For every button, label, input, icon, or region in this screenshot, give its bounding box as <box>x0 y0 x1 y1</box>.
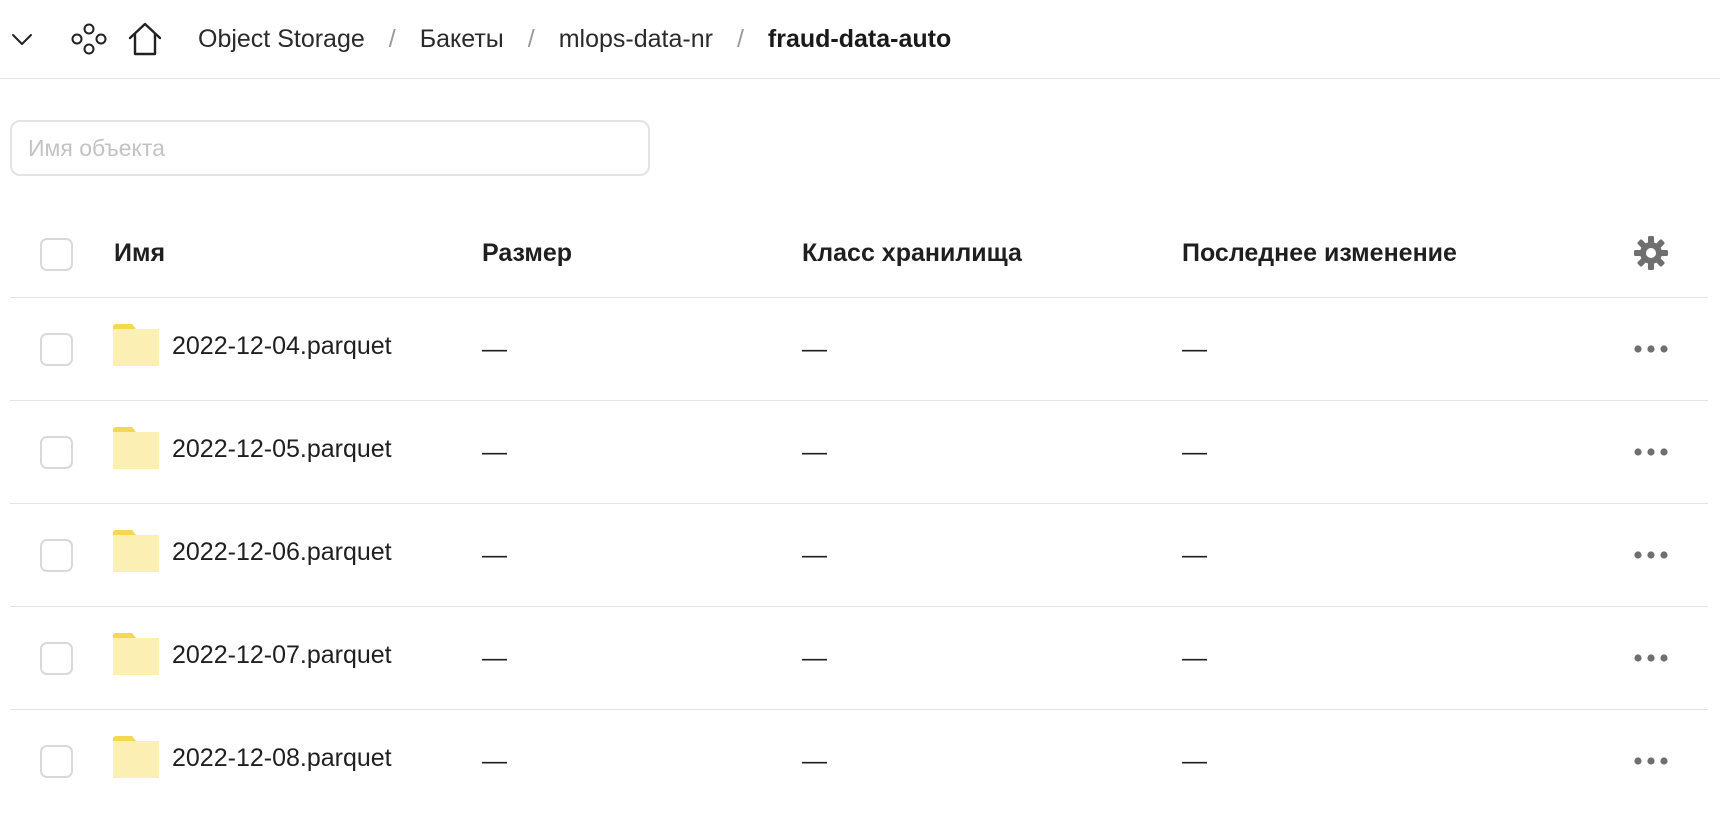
object-storage-class: — <box>802 541 827 569</box>
more-horizontal-icon[interactable] <box>1630 435 1672 469</box>
row-checkbox[interactable] <box>40 436 73 469</box>
objects-table: Имя Размер Класс хранилища Последнее изм… <box>10 208 1708 813</box>
breadcrumb-separator: / <box>736 24 744 53</box>
table-header-row: Имя Размер Класс хранилища Последнее изм… <box>10 208 1708 298</box>
breadcrumb: Object Storage / Бакеты / mlops-data-nr … <box>198 22 951 56</box>
object-storage-class: — <box>802 644 827 672</box>
folder-icon <box>113 633 159 675</box>
folder-icon <box>113 736 159 778</box>
row-checkbox[interactable] <box>40 539 73 572</box>
breadcrumb-current-folder: fraud-data-auto <box>767 24 952 53</box>
object-size: — <box>482 747 507 775</box>
folder-icon <box>113 530 159 572</box>
object-storage-class: — <box>802 438 827 466</box>
object-modified: — <box>1182 541 1207 569</box>
object-name[interactable]: 2022-12-07.parquet <box>172 607 392 704</box>
row-checkbox[interactable] <box>40 745 73 778</box>
row-checkbox[interactable] <box>40 642 73 675</box>
search-field <box>10 120 650 176</box>
more-horizontal-icon[interactable] <box>1630 641 1672 675</box>
object-modified: — <box>1182 335 1207 363</box>
more-horizontal-icon[interactable] <box>1630 538 1672 572</box>
breadcrumb-separator: / <box>527 24 535 53</box>
object-size: — <box>482 335 507 363</box>
folder-icon <box>113 427 159 469</box>
breadcrumb-bucket[interactable]: mlops-data-nr <box>559 25 713 54</box>
services-icon[interactable] <box>70 22 108 56</box>
object-storage-class: — <box>802 335 827 363</box>
object-name[interactable]: 2022-12-04.parquet <box>172 298 392 395</box>
table-row[interactable]: 2022-12-06.parquet — — — <box>10 504 1708 607</box>
folder-icon <box>113 324 159 366</box>
home-icon[interactable] <box>126 20 164 58</box>
object-size: — <box>482 644 507 672</box>
object-modified: — <box>1182 644 1207 672</box>
table-row[interactable]: 2022-12-08.parquet — — — <box>10 710 1708 813</box>
table-row[interactable]: 2022-12-04.parquet — — — <box>10 298 1708 401</box>
object-storage-class: — <box>802 747 827 775</box>
more-horizontal-icon[interactable] <box>1630 332 1672 366</box>
chevron-down-icon[interactable] <box>8 25 36 53</box>
breadcrumb-buckets[interactable]: Бакеты <box>420 25 504 54</box>
object-name-search-input[interactable] <box>12 122 648 174</box>
column-header-size[interactable]: Размер <box>482 208 572 298</box>
more-horizontal-icon[interactable] <box>1630 744 1672 778</box>
column-header-name[interactable]: Имя <box>114 208 165 298</box>
column-header-modified[interactable]: Последнее изменение <box>1182 208 1457 298</box>
object-name[interactable]: 2022-12-06.parquet <box>172 504 392 601</box>
breadcrumb-object-storage[interactable]: Object Storage <box>198 25 365 54</box>
object-name[interactable]: 2022-12-05.parquet <box>172 401 392 498</box>
object-size: — <box>482 438 507 466</box>
object-modified: — <box>1182 747 1207 775</box>
breadcrumb-separator: / <box>388 24 396 53</box>
table-row[interactable]: 2022-12-05.parquet — — — <box>10 401 1708 504</box>
object-name[interactable]: 2022-12-08.parquet <box>172 710 392 807</box>
column-header-storage-class[interactable]: Класс хранилища <box>802 208 1022 298</box>
object-modified: — <box>1182 438 1207 466</box>
table-row[interactable]: 2022-12-07.parquet — — — <box>10 607 1708 710</box>
row-checkbox[interactable] <box>40 333 73 366</box>
top-bar: Object Storage / Бакеты / mlops-data-nr … <box>0 0 1720 79</box>
select-all-checkbox[interactable] <box>40 238 73 271</box>
object-size: — <box>482 541 507 569</box>
gear-icon[interactable] <box>1632 234 1670 272</box>
